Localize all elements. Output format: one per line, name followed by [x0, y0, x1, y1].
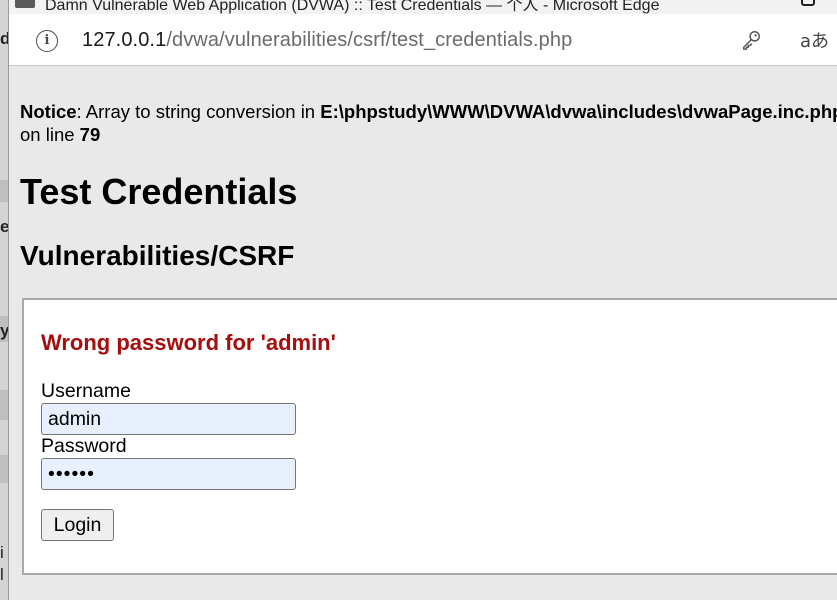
- page-title: Test Credentials: [20, 171, 298, 212]
- info-icon[interactable]: i: [36, 30, 58, 52]
- read-aloud-icon[interactable]: aあ: [800, 27, 829, 53]
- notice-label: Notice: [20, 101, 77, 122]
- browser-popup-window: Damn Vulnerable Web Application (DVWA) :…: [8, 0, 837, 600]
- page-subtitle: Vulnerabilities/CSRF: [20, 240, 295, 271]
- browser-app-icon: [15, 0, 35, 8]
- username-input[interactable]: admin: [41, 403, 296, 435]
- php-notice: Notice: Array to string conversion in E:…: [20, 100, 837, 146]
- page-content: Notice: Array to string conversion in E:…: [9, 66, 837, 600]
- notice-line-number: 79: [79, 124, 101, 145]
- title-bar: Damn Vulnerable Web Application (DVWA) :…: [9, 0, 837, 14]
- window-control-icon[interactable]: [801, 0, 815, 6]
- notice-file: E:\phpstudy\WWW\DVWA\dvwa\includes\dvwaP…: [320, 101, 837, 122]
- url-path: /dvwa/vulnerabilities/csrf/test_credenti…: [166, 29, 573, 51]
- username-label: Username: [41, 380, 131, 402]
- notice-line-prefix: on line: [20, 124, 80, 145]
- login-button[interactable]: Login: [41, 509, 114, 541]
- window-title: Damn Vulnerable Web Application (DVWA) :…: [45, 0, 660, 14]
- address-bar: i 127.0.0.1/dvwa/vulnerabilities/csrf/te…: [9, 14, 837, 66]
- url-text[interactable]: 127.0.0.1/dvwa/vulnerabilities/csrf/test…: [82, 29, 572, 52]
- error-message: Wrong password for 'admin': [41, 330, 336, 355]
- background-window-text: d: [0, 29, 8, 48]
- key-icon[interactable]: [740, 29, 762, 51]
- password-label: Password: [41, 435, 127, 457]
- login-panel: Wrong password for 'admin' Username admi…: [22, 298, 837, 575]
- notice-message: : Array to string conversion in: [76, 101, 321, 122]
- background-window-text: i: [0, 543, 4, 562]
- background-window: d e y i l: [0, 0, 8, 600]
- password-input[interactable]: ••••••: [41, 458, 296, 490]
- background-window-text: e: [0, 217, 8, 236]
- background-window-text: l: [0, 565, 4, 584]
- background-window-text: y: [0, 321, 8, 340]
- url-host: 127.0.0.1: [82, 29, 167, 51]
